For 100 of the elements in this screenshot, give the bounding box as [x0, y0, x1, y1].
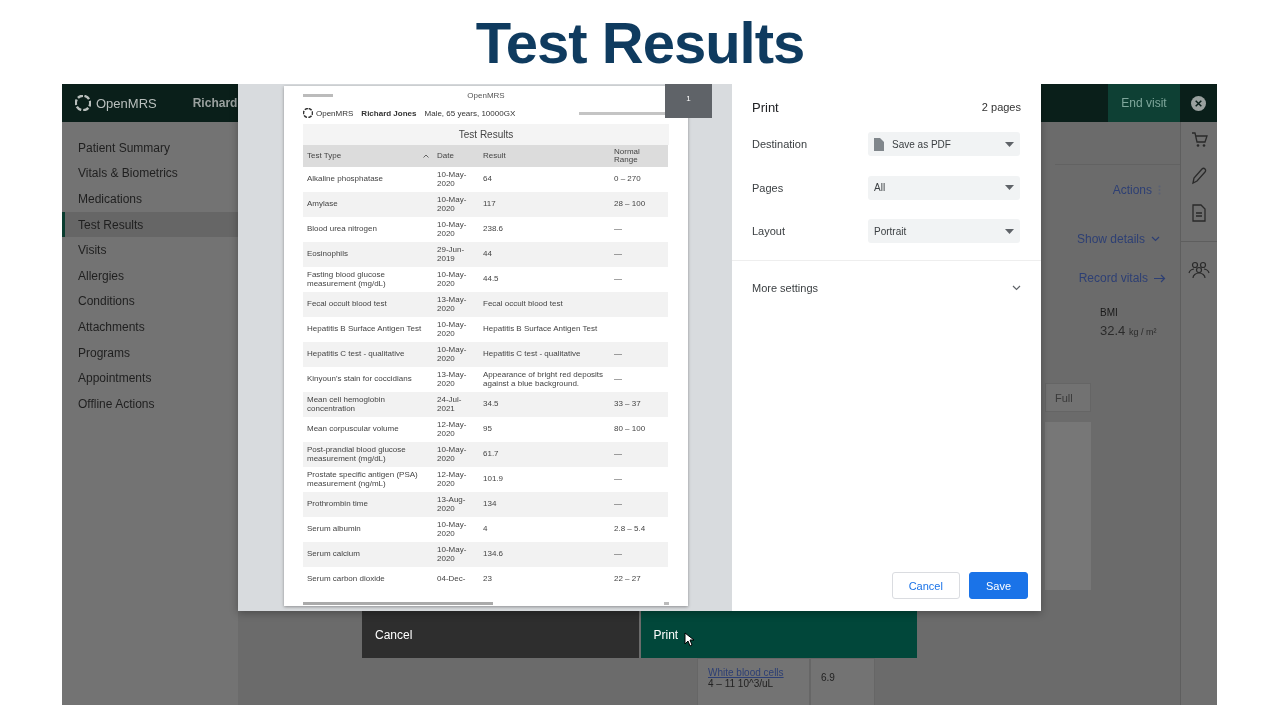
people-icon[interactable] [1188, 261, 1210, 279]
sidebar-item[interactable]: Appointments [62, 365, 238, 391]
document-icon[interactable] [1192, 204, 1206, 222]
sidebar-item[interactable]: Medications [62, 186, 238, 212]
close-icon[interactable] [1191, 95, 1206, 111]
table-cell: 12-May-2020 [437, 470, 467, 488]
sidebar-item[interactable]: Offline Actions [62, 390, 238, 417]
table-cell: 10-May-2020 [437, 220, 467, 238]
more-settings-toggle[interactable]: More settings [752, 282, 1021, 294]
table-cell: Hepatitis C test - qualitative [307, 349, 405, 359]
document-title: Test Results [303, 124, 669, 145]
table-cell: 33 – 37 [614, 399, 641, 409]
bmi-label: BMI [1100, 307, 1118, 318]
table-cell: Fecal occult blood test [483, 299, 563, 309]
table-cell: 10-May-2020 [437, 545, 467, 563]
record-vitals-link[interactable]: Record vitals [1078, 271, 1166, 285]
table-cell: Hepatitis B Surface Antigen Test [307, 324, 422, 334]
table-cell: 10-May-2020 [437, 320, 467, 338]
table-cell: 10-May-2020 [437, 195, 467, 213]
table-cell: 2.8 – 5.4 [614, 524, 646, 534]
print-button[interactable]: Print [640, 611, 917, 658]
sidebar-item[interactable]: Visits [62, 237, 238, 263]
sidebar-item[interactable]: Patient Summary [62, 135, 238, 161]
table-cell: 24-Jul-2021 [437, 395, 462, 413]
end-visit-button[interactable]: End visit [1108, 84, 1180, 122]
table-cell: Mean corpuscular volume [307, 424, 399, 434]
column-header[interactable]: Test Type [307, 151, 342, 161]
table-cell: 10-May-2020 [437, 170, 467, 188]
fine-print-drawing [303, 93, 333, 97]
table-cell: Fasting blood glucose measurement (mg/dL) [307, 270, 386, 288]
table-cell: 101.9 [483, 474, 504, 484]
patient-name: Richard [192, 96, 238, 110]
table-cell: 4 [483, 524, 488, 534]
page-count: 2 pages [981, 101, 1021, 113]
cancel-button[interactable]: Cancel [362, 611, 639, 658]
table-cell: Appearance of bright red deposits against a blue background. [483, 370, 604, 388]
cancel-button[interactable]: Cancel [891, 572, 960, 599]
table-cell: — [614, 349, 622, 359]
sidebar-item[interactable]: Attachments [62, 314, 238, 340]
setting-label: Destination [752, 138, 809, 150]
table-cell: 10-May-2020 [437, 520, 467, 538]
fine-print-drawing [664, 602, 669, 605]
setting-select[interactable]: Portrait [868, 219, 1020, 243]
logo-icon [75, 95, 91, 111]
column-header: Result [483, 150, 506, 160]
table-cell: Mean cell hemoglobin concentration [307, 395, 385, 413]
column-header: Normal Range [614, 146, 640, 164]
table-cell: 117 [483, 199, 496, 209]
table-cell: — [614, 274, 622, 284]
table-cell: — [614, 474, 622, 484]
table-cell: Post-prandial blood glucose measurement (mg/dL) [307, 445, 406, 463]
table-cell: — [614, 224, 622, 234]
table-cell: Hepatitis C test - qualitative [483, 349, 581, 359]
file-icon [874, 137, 884, 151]
cursor-icon [684, 632, 694, 647]
table-cell: 22 – 27 [614, 574, 641, 584]
table-cell: Prostate specific antigen (PSA) measurement (ng/mL) [307, 470, 418, 488]
table-cell: 12-May-2020 [437, 420, 467, 438]
sidebar-item[interactable]: Conditions [62, 288, 238, 315]
arrow-right-icon [1154, 273, 1166, 283]
app-logo-text: OpenMRS [96, 95, 157, 111]
table-cell: 28 – 100 [614, 199, 646, 209]
setting-label: Layout [752, 225, 787, 237]
cart-icon[interactable] [1190, 132, 1208, 148]
save-button[interactable]: Save [968, 572, 1028, 599]
actions-button[interactable]: Actions [1112, 183, 1161, 197]
caret-icon [1005, 185, 1014, 190]
sidebar-item[interactable]: Vitals & Biometrics [62, 160, 238, 187]
sort-icon[interactable] [423, 154, 429, 158]
table-cell: — [614, 549, 622, 559]
table-cell: 13-Aug-2020 [437, 495, 466, 513]
patient-info: Male, 65 years, 10000GX [424, 108, 516, 118]
sidebar-item[interactable]: Test Results [62, 211, 238, 238]
sidebar-item[interactable]: Allergies [62, 262, 238, 289]
table-cell: 13-May-2020 [437, 295, 467, 313]
table-cell: 6.9 [810, 658, 875, 705]
patient-name: Richard Jones [361, 108, 417, 118]
caret-icon [1005, 228, 1014, 234]
table-cell: 34.5 [483, 399, 499, 409]
table-cell: Serum albumin [307, 524, 361, 534]
sidebar-item[interactable]: Programs [62, 339, 238, 366]
table-cell: Hepatitis B Surface Antigen Test [483, 324, 598, 334]
table-cell: — [614, 499, 622, 509]
pen-icon[interactable] [1191, 167, 1207, 185]
caret-icon [1005, 141, 1014, 147]
table-cell: White blood cells 4 – 11 10^3/uL [697, 658, 810, 705]
table-cell: Blood urea nitrogen [307, 224, 377, 234]
show-details-link[interactable]: Show details [1076, 232, 1160, 246]
table-cell: Amylase [307, 199, 338, 209]
chevron-down-icon [1151, 236, 1160, 242]
table-cell: 134.6 [483, 549, 504, 559]
setting-select[interactable]: Save as PDF [868, 132, 1020, 156]
full-button[interactable]: Full [1045, 383, 1091, 412]
table-cell: 23 [483, 574, 492, 584]
setting-select[interactable]: All [868, 175, 1020, 200]
table-cell: 10-May-2020 [437, 345, 467, 363]
table-cell: 44.5 [483, 274, 499, 284]
table-cell: 13-May-2020 [437, 370, 467, 388]
dialog-title: Print [752, 99, 779, 115]
test-link[interactable]: White blood cells [708, 667, 799, 678]
